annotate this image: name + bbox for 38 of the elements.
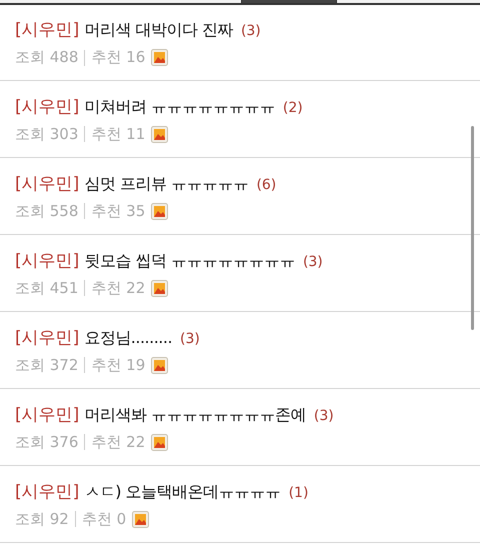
view-count: 조회 558 [15, 202, 78, 220]
comment-count: (1) [288, 484, 308, 500]
post-category: [시우민] [15, 404, 80, 426]
post-category: [시우민] [15, 172, 80, 194]
post-category: [시우민] [15, 250, 80, 272]
view-count: 조회 372 [15, 356, 78, 374]
post-category: [시우민] [15, 19, 80, 41]
recommend-count: 추천 11 [91, 124, 146, 144]
recommend-count: 추천 22 [91, 278, 146, 298]
recommend-count: 추천 35 [91, 202, 146, 220]
recommend-count: 추천 19 [91, 356, 146, 374]
tab[interactable] [336, 0, 480, 3]
view-count: 조회 92 [15, 510, 69, 528]
post-title[interactable]: 머리색 대박이다 진짜 [84, 20, 233, 41]
post-title[interactable]: 요정님......... [84, 328, 172, 348]
post-title[interactable]: 미쳐버려 ㅠㅠㅠㅠㅠㅠㅠㅠ [84, 96, 275, 118]
recommend-count: 추천 0 [82, 510, 126, 528]
post-category: [시우민] [15, 96, 80, 118]
view-count: 조회 488 [15, 48, 78, 67]
post-title[interactable]: 심멋 프리뷰 ㅠㅠㅠㅠㅠ [84, 174, 248, 194]
post-category: [시우민] [15, 326, 80, 348]
view-count: 조회 451 [15, 278, 78, 298]
comment-count: (6) [256, 176, 276, 192]
post-title[interactable]: 머리색봐 ㅠㅠㅠㅠㅠㅠㅠㅠ존예 [84, 404, 306, 426]
comment-count: (3) [180, 330, 200, 346]
comment-count: (3) [314, 408, 334, 424]
post-title[interactable]: 뒷모습 씹덕 ㅠㅠㅠㅠㅠㅠㅠㅠ [84, 250, 295, 272]
view-count: 조회 303 [15, 124, 78, 144]
comment-count: (3) [302, 254, 323, 270]
scrollbar[interactable] [471, 126, 474, 330]
post-title[interactable]: ㅅㄷ) 오늘택배온데ㅠㅠㅠㅠ [84, 482, 281, 502]
comment-count: (2) [282, 100, 303, 116]
recommend-count: 추천 22 [91, 432, 146, 452]
post-category: [시우민] [15, 480, 80, 502]
comment-count: (3) [240, 23, 261, 39]
recommend-count: 추천 16 [91, 48, 146, 67]
view-count: 조회 376 [15, 432, 78, 452]
tab[interactable] [0, 0, 241, 3]
